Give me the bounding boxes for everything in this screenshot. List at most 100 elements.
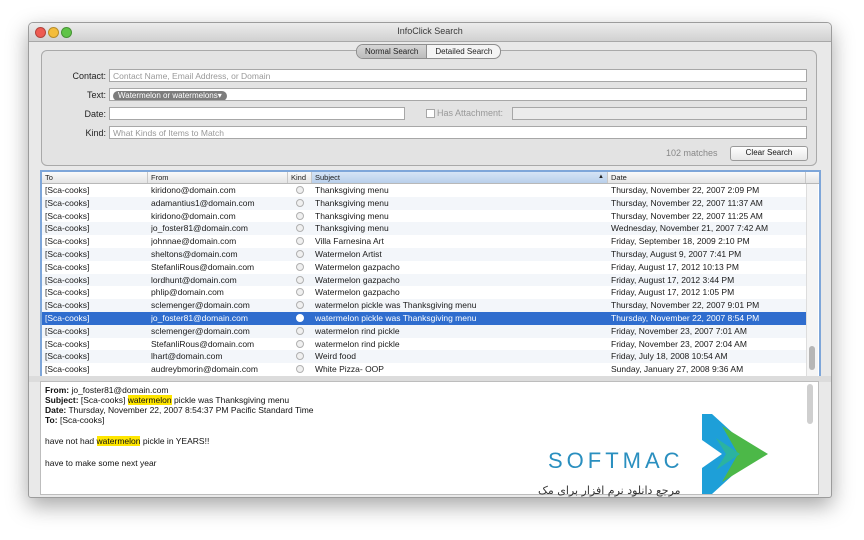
table-row[interactable]: [Sca-cooks] sclemenger@domain.com watermel… (42, 324, 806, 338)
column-date[interactable]: Date (608, 172, 806, 183)
cell-to: [Sca-cooks] (45, 325, 90, 336)
preview-to: To: [Sca-cooks] (45, 415, 104, 425)
table-row[interactable]: [Sca-cooks] lhart@domain.com Weird food Fri… (42, 350, 806, 364)
attachment-field[interactable] (512, 107, 807, 120)
cell-from: adamantius1@domain.com (151, 197, 255, 208)
cell-date: Friday, November 23, 2007 7:01 AM (611, 325, 747, 336)
table-row[interactable]: [Sca-cooks] sheltons@domain.com Watermelon… (42, 248, 806, 261)
cell-subject: White Pizza- OOP (315, 364, 384, 375)
mail-kind-icon (296, 250, 304, 258)
cell-date: Thursday, November 22, 2007 11:25 AM (611, 210, 763, 221)
cell-to: [Sca-cooks] (45, 313, 90, 323)
table-row[interactable]: [Sca-cooks] StefanliRous@domain.com Waterm… (42, 261, 806, 274)
cell-date: Friday, November 23, 2007 2:04 AM (611, 338, 747, 349)
has-attachment-label: Has Attachment: (437, 108, 504, 118)
preview-subject-label: Subject: (45, 395, 79, 405)
column-from[interactable]: From (148, 172, 288, 183)
softmac-logo-icon (702, 414, 768, 494)
mail-kind-icon (296, 198, 304, 207)
results-scrollbar[interactable] (806, 184, 818, 376)
table-row[interactable]: [Sca-cooks] audreybmorin@domain.com White … (42, 363, 806, 376)
cell-to: [Sca-cooks] (45, 338, 90, 349)
body-text-rest: pickle in YEARS!! (142, 436, 210, 446)
column-subject-label: Subject (315, 173, 341, 182)
cell-subject: watermelon rind pickle (315, 338, 400, 349)
body-text: have not had (45, 436, 95, 446)
results-scroll-thumb[interactable] (809, 346, 815, 370)
cell-from: audreybmorin@domain.com (151, 364, 258, 375)
cell-from: jo_foster81@domain.com (151, 313, 248, 323)
table-row[interactable]: [Sca-cooks] sclemenger@domain.com watermel… (42, 299, 806, 312)
cell-from: kiridono@domain.com (151, 210, 236, 221)
table-row[interactable]: [Sca-cooks] StefanliRous@domain.com waterm… (42, 338, 806, 351)
cell-subject: Thanksgiving menu (315, 197, 389, 208)
cell-from: lordhunt@domain.com (151, 274, 237, 285)
mail-kind-icon (296, 275, 304, 284)
cell-subject: watermelon rind pickle (315, 325, 400, 336)
table-row[interactable]: [Sca-cooks] adamantius1@domain.com Thanksg… (42, 196, 806, 210)
contact-field[interactable]: Contact Name, Email Address, or Domain (109, 69, 807, 82)
preview-date-value: Thursday, November 22, 2007 8:54:37 PM P… (68, 405, 314, 415)
preview-from-value: jo_foster81@domain.com (71, 385, 169, 395)
cell-from: sclemenger@domain.com (151, 325, 250, 336)
cell-subject: Weird food (315, 351, 356, 362)
preview-date-label: Date: (45, 405, 67, 415)
table-row[interactable]: [Sca-cooks] kiridono@domain.com Thanksgivi… (42, 210, 806, 223)
search-token[interactable]: Watermelon or watermelons▾ (113, 91, 227, 100)
cell-date: Friday, August 17, 2012 1:05 PM (611, 287, 735, 298)
tab-normal-search[interactable]: Normal Search (357, 45, 428, 58)
table-row[interactable]: [Sca-cooks] lordhunt@domain.com Watermelon… (42, 273, 806, 287)
preview-scroll-thumb[interactable] (807, 384, 813, 424)
column-kind[interactable]: Kind (288, 172, 312, 183)
date-label: Date: (84, 109, 106, 119)
text-field[interactable]: Watermelon or watermelons▾ (109, 88, 807, 101)
column-subject[interactable]: Subject ▲ (312, 172, 608, 183)
sort-arrow-icon: ▲ (598, 174, 604, 180)
preview-body-line-1: have not had watermelon pickle in YEARS!… (45, 436, 209, 446)
cell-date: Thursday, August 9, 2007 7:41 PM (611, 249, 742, 259)
table-row[interactable]: [Sca-cooks] jo_foster81@domain.com waterme… (42, 312, 806, 325)
cell-date: Friday, July 18, 2008 10:54 AM (611, 351, 728, 362)
tab-detailed-search[interactable]: Detailed Search (427, 45, 500, 58)
match-count: 102 matches (666, 148, 718, 158)
cell-date: Friday, September 18, 2009 2:10 PM (611, 236, 750, 247)
has-attachment-checkbox[interactable] (426, 109, 435, 118)
title-bar: InfoClick Search (29, 23, 831, 42)
preview-date: Date: Thursday, November 22, 2007 8:54:3… (45, 405, 314, 415)
cell-to: [Sca-cooks] (45, 274, 90, 285)
cell-to: [Sca-cooks] (45, 287, 90, 298)
search-criteria-panel: Contact: Contact Name, Email Address, or… (41, 50, 817, 166)
cell-to: [Sca-cooks] (45, 236, 90, 247)
table-row[interactable]: [Sca-cooks] jo_foster81@domain.com Thanksg… (42, 222, 806, 236)
cell-subject: Villa Farnesina Art (315, 236, 384, 247)
cell-to: [Sca-cooks] (45, 223, 90, 234)
mail-kind-icon (296, 237, 304, 246)
cell-to: [Sca-cooks] (45, 364, 90, 375)
table-row[interactable]: [Sca-cooks] kiridono@domain.com Thanksgivi… (42, 184, 806, 197)
preview-subject-highlight: watermelon (127, 395, 172, 405)
cell-date: Thursday, November 22, 2007 11:37 AM (611, 197, 763, 208)
date-field[interactable] (109, 107, 405, 120)
cell-subject: Watermelon gazpacho (315, 274, 400, 285)
cell-date: Thursday, November 22, 2007 9:01 PM (611, 300, 760, 311)
column-to[interactable]: To (42, 172, 148, 183)
table-row[interactable]: [Sca-cooks] phlip@domain.com Watermelon ga… (42, 286, 806, 299)
clear-search-button[interactable]: Clear Search (730, 146, 808, 161)
preview-subject-prefix: [Sca-cooks] (80, 395, 126, 405)
mail-kind-icon (296, 301, 304, 310)
table-row[interactable]: [Sca-cooks] johnnae@domain.com Villa Farne… (42, 235, 806, 248)
cell-subject: Thanksgiving menu (315, 185, 389, 195)
kind-label: Kind: (85, 128, 106, 138)
contact-label: Contact: (72, 71, 106, 81)
kind-field[interactable]: What Kinds of Items to Match (109, 126, 807, 139)
table-header: To From Kind Subject ▲ Date (42, 172, 819, 184)
cell-date: Friday, August 17, 2012 10:13 PM (611, 261, 739, 272)
results-table: To From Kind Subject ▲ Date [Sca-cooks] k… (40, 170, 821, 380)
cell-subject: Thanksgiving menu (315, 210, 389, 221)
cell-to: [Sca-cooks] (45, 351, 90, 362)
body-highlight: watermelon (96, 436, 141, 446)
watermark-tagline: مرجع دانلود نرم افزار برای مک (538, 484, 681, 497)
mail-kind-icon (296, 186, 304, 194)
cell-subject: Watermelon gazpacho (315, 261, 400, 272)
cell-subject: Watermelon Artist (315, 249, 382, 259)
